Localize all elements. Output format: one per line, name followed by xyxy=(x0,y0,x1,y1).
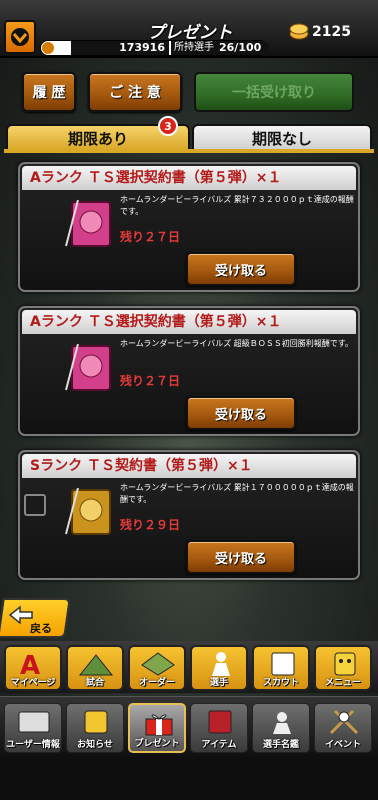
receive-button[interactable]: 受け取る xyxy=(186,540,296,574)
nav-user-info[interactable]: ユーザー情報 xyxy=(4,703,62,753)
main-nav-bar: A マイページ 試合 オーダー 選手 スカウト メニュー xyxy=(0,641,378,693)
nav-label: お知らせ xyxy=(77,740,113,750)
nav-label: アイテム xyxy=(201,740,237,750)
player-icon xyxy=(212,652,230,676)
nav-label: マイページ xyxy=(10,678,56,688)
receive-button[interactable]: 受け取る xyxy=(186,396,296,430)
present-days-left: 残り２９日 xyxy=(120,518,181,532)
item-icon xyxy=(208,710,232,734)
caution-button[interactable]: ご 注 意 xyxy=(88,72,182,112)
nav-menu[interactable]: メニュー xyxy=(314,645,372,691)
tab-underline xyxy=(4,149,374,153)
notice-icon xyxy=(84,710,108,734)
sub-nav-bar: ユーザー情報 お知らせ プレゼント アイテム 選手名鑑 イベント xyxy=(0,696,378,758)
nav-label: スカウト xyxy=(262,678,299,688)
bottom-bar xyxy=(0,758,378,800)
present-icon xyxy=(145,714,173,736)
menu-icon xyxy=(334,652,356,676)
field-icon xyxy=(141,652,175,676)
nav-event[interactable]: イベント xyxy=(314,703,372,753)
present-card: Aランク ＴＳ選択契約書（第５弾）×１ ホームランダービーライバルズ 超級ＢＯＳ… xyxy=(18,306,360,436)
tab-no-limit[interactable]: 期限なし xyxy=(192,124,372,150)
notification-badge: 3 xyxy=(158,116,178,136)
coin-icon xyxy=(289,23,309,40)
top-header: プレゼント 2125 173916 所持選手 26/100 xyxy=(0,0,378,58)
user-info-icon xyxy=(18,711,50,733)
present-title: Sランク ＴＳ契約書（第５弾）×１ xyxy=(22,454,356,478)
nav-scout[interactable]: スカウト xyxy=(252,645,310,691)
team-logo-icon[interactable] xyxy=(4,20,36,54)
nav-label: 選手 xyxy=(209,678,228,688)
nav-player-list[interactable]: 選手名鑑 xyxy=(252,703,310,753)
nav-notice[interactable]: お知らせ xyxy=(66,703,124,753)
nav-game[interactable]: 試合 xyxy=(66,645,124,691)
select-checkbox[interactable] xyxy=(24,494,46,516)
present-title: Aランク ＴＳ選択契約書（第５弾）×１ xyxy=(22,310,356,334)
nav-item[interactable]: アイテム xyxy=(190,703,248,753)
players-label: 所持選手 xyxy=(171,41,217,55)
history-button[interactable]: 履 歴 xyxy=(22,72,76,112)
contract-item-icon xyxy=(65,487,111,535)
present-description: ホームランダービーライバルズ 累計７３２０００ｐｔ達成の報酬です。 xyxy=(120,195,354,216)
present-description: ホームランダービーライバルズ 累計１７０００００ｐｔ達成の報酬です。 xyxy=(120,483,354,504)
nav-players[interactable]: 選手 xyxy=(190,645,248,691)
nav-label: ユーザー情報 xyxy=(6,740,60,750)
scout-icon xyxy=(271,652,295,676)
nav-label: 選手名鑑 xyxy=(262,740,299,750)
receive-button[interactable]: 受け取る xyxy=(186,252,296,286)
player-list-icon xyxy=(273,712,291,734)
present-card: Aランク ＴＳ選択契約書（第５弾）×１ ホームランダービーライバルズ 累計７３２… xyxy=(18,162,360,292)
present-description: ホームランダービーライバルズ 超級ＢＯＳＳ初回勝利報酬です。 xyxy=(120,339,353,348)
coin-count: 2125 xyxy=(312,24,351,40)
player-info-bar: 173916 所持選手 26/100 xyxy=(40,40,269,56)
event-icon xyxy=(329,709,359,735)
nav-present[interactable]: プレゼント xyxy=(128,703,186,753)
stadium-icon xyxy=(78,654,114,676)
nav-label: 試合 xyxy=(85,678,104,688)
nav-label: プレゼント xyxy=(134,739,180,749)
receive-all-button[interactable]: 一括受け取り xyxy=(194,72,354,112)
contract-item-icon xyxy=(65,199,111,247)
present-days-left: 残り２７日 xyxy=(120,374,181,388)
present-title: Aランク ＴＳ選択契約書（第５弾）×１ xyxy=(22,166,356,190)
players-count: 26/100 xyxy=(217,41,269,55)
gear-icon xyxy=(42,42,54,54)
present-card: Sランク ＴＳ契約書（第５弾）×１ ホームランダービーライバルズ 累計１７０００… xyxy=(18,450,360,580)
present-days-left: 残り２７日 xyxy=(120,230,181,244)
nav-label: メニュー xyxy=(324,678,361,688)
contract-item-icon xyxy=(65,343,111,391)
nav-order[interactable]: オーダー xyxy=(128,645,186,691)
back-label: 戻る xyxy=(30,622,52,635)
nav-label: オーダー xyxy=(138,678,175,688)
nav-label: イベント xyxy=(324,740,361,750)
nav-mypage[interactable]: A マイページ xyxy=(4,645,62,691)
players-total: 173916 xyxy=(71,41,169,55)
